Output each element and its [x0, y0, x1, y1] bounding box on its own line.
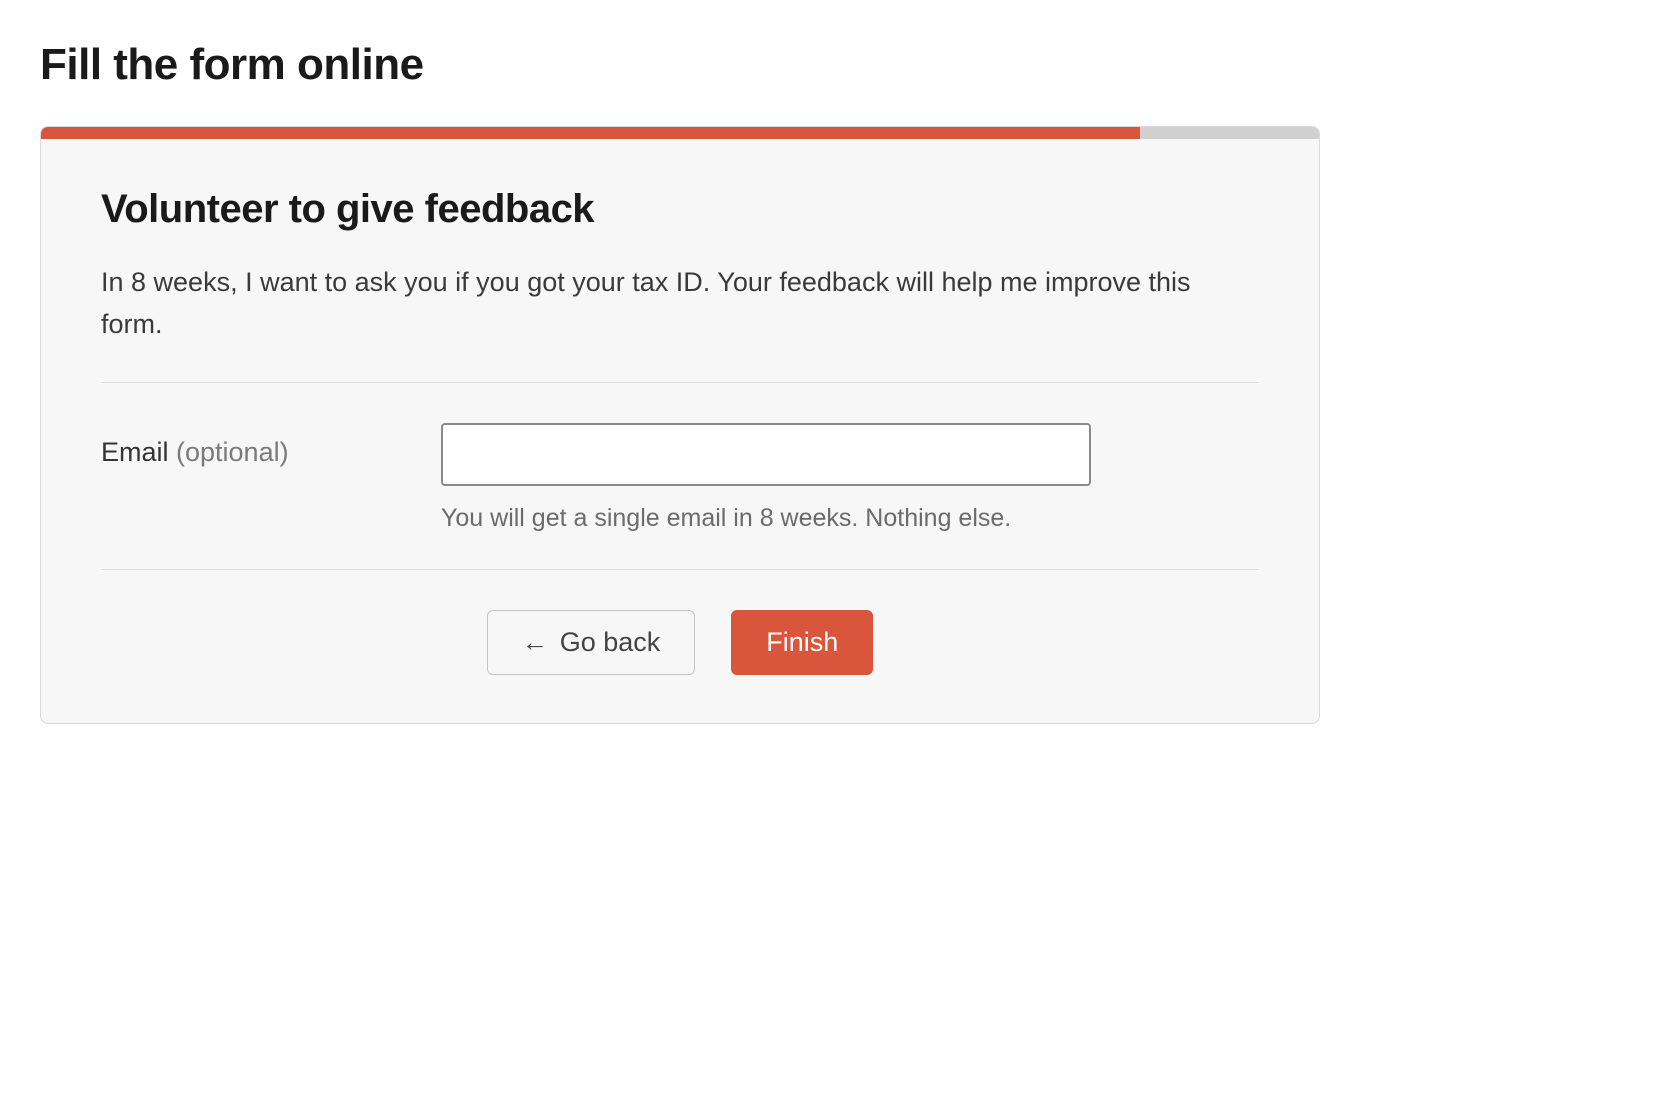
page-title: Fill the form online: [40, 40, 1632, 90]
email-row: Email (optional) You will get a single e…: [101, 383, 1259, 569]
progress-bar-fill: [41, 127, 1140, 139]
card-body: Volunteer to give feedback In 8 weeks, I…: [41, 139, 1319, 723]
go-back-button[interactable]: ← Go back: [487, 610, 696, 675]
email-input[interactable]: [441, 423, 1091, 486]
finish-button[interactable]: Finish: [731, 610, 873, 675]
section-description: In 8 weeks, I want to ask you if you got…: [101, 262, 1259, 346]
finish-label: Finish: [766, 627, 838, 658]
arrow-left-icon: ←: [522, 629, 548, 655]
go-back-label: Go back: [560, 627, 661, 658]
email-optional-text: (optional): [176, 437, 289, 467]
progress-bar-track: [41, 127, 1319, 139]
email-label: Email (optional): [101, 437, 289, 467]
section-heading: Volunteer to give feedback: [101, 187, 1259, 232]
email-label-text: Email: [101, 437, 176, 467]
email-help-text: You will get a single email in 8 weeks. …: [441, 504, 1259, 533]
email-label-col: Email (optional): [101, 423, 401, 468]
form-card: Volunteer to give feedback In 8 weeks, I…: [40, 126, 1320, 724]
email-input-col: You will get a single email in 8 weeks. …: [441, 423, 1259, 533]
button-row: ← Go back Finish: [101, 570, 1259, 675]
